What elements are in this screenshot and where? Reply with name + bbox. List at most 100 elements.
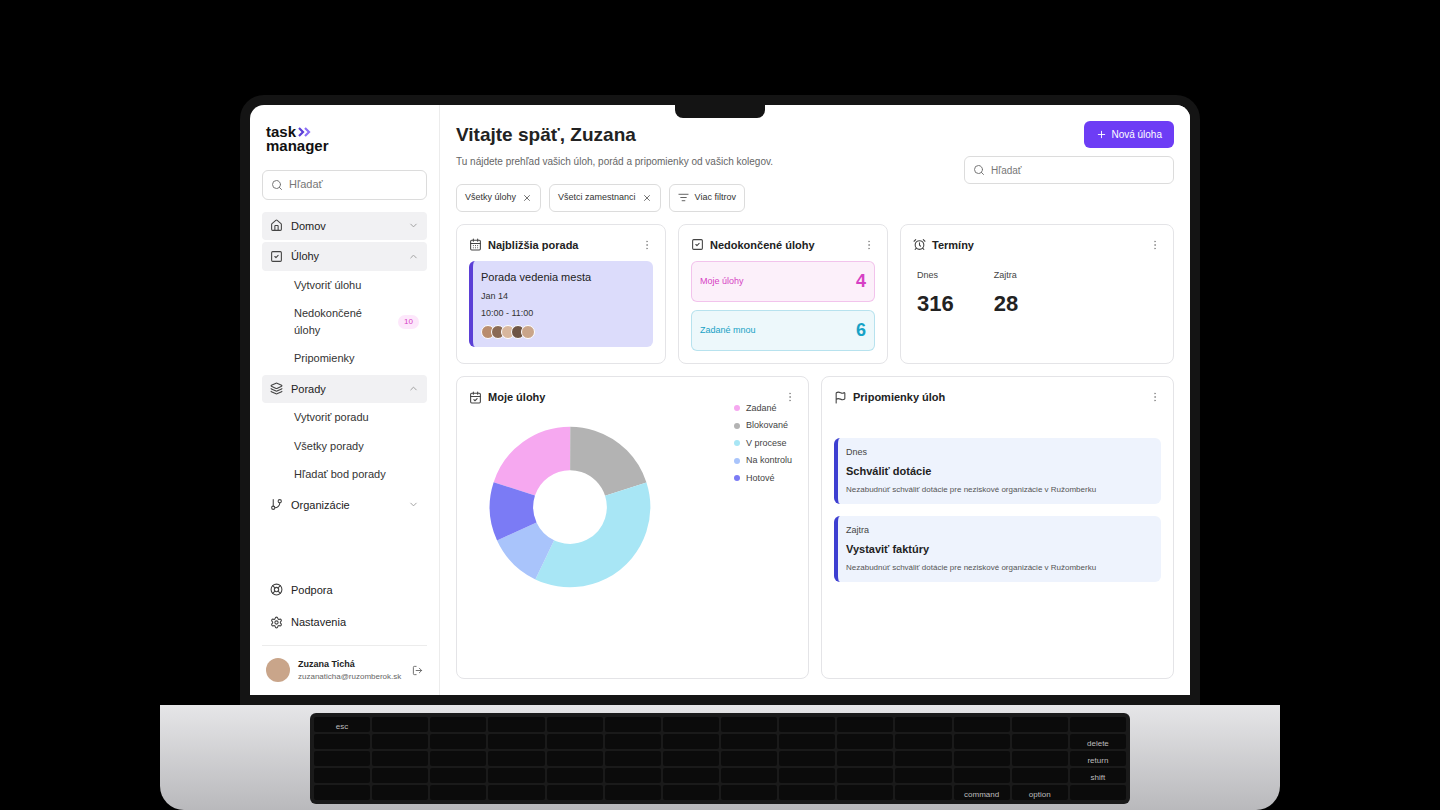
key[interactable] [954,717,1010,732]
key[interactable] [1012,734,1068,749]
nav-item[interactable]: Úlohy [262,242,427,271]
more-icon[interactable] [863,239,875,251]
reminder-item[interactable]: ZajtraVystaviť faktúryNezabudnúť schváli… [834,516,1161,582]
key[interactable] [663,751,719,766]
key[interactable] [372,768,428,783]
key[interactable] [663,785,719,800]
key[interactable] [779,717,835,732]
more-icon[interactable] [784,391,796,403]
key[interactable] [721,768,777,783]
key[interactable] [721,751,777,766]
nav-subitem[interactable]: Nedokončené úlohy10 [262,299,427,344]
donut-segment[interactable] [496,433,644,581]
reminder-item[interactable]: DnesSchváliť dotácieNezabudnúť schváliť … [834,438,1161,504]
key[interactable] [895,717,951,732]
key[interactable] [663,768,719,783]
key[interactable] [488,785,544,800]
key[interactable] [605,734,661,749]
key[interactable] [605,768,661,783]
key[interactable]: option [1012,785,1068,800]
key[interactable] [372,717,428,732]
key[interactable] [1012,717,1068,732]
close-icon[interactable] [522,193,532,203]
key[interactable] [721,734,777,749]
key[interactable] [663,717,719,732]
key[interactable] [1070,785,1126,800]
key[interactable] [895,734,951,749]
donut-segment[interactable] [496,433,644,581]
key[interactable] [837,751,893,766]
key[interactable] [837,785,893,800]
key[interactable] [895,751,951,766]
key[interactable] [488,751,544,766]
key[interactable] [1012,768,1068,783]
nav-item[interactable]: Porady [262,375,427,404]
key[interactable] [372,734,428,749]
more-icon[interactable] [641,239,653,251]
key[interactable] [547,751,603,766]
key[interactable]: shift [1070,768,1126,783]
nav-subitem[interactable]: Pripomienky [262,344,427,373]
key[interactable] [314,751,370,766]
key[interactable] [837,768,893,783]
key[interactable] [430,785,486,800]
key[interactable] [1070,717,1126,732]
key[interactable] [547,717,603,732]
key[interactable] [314,768,370,783]
meeting-block[interactable]: Porada vedenia mestaJan 1410:00 - 11:00 [469,261,653,347]
nav-subitem[interactable]: Vytvoriť úlohu [262,271,427,300]
key[interactable] [605,785,661,800]
donut-segment[interactable] [496,433,644,581]
unfinished-row[interactable]: Moje úlohy4 [691,261,875,302]
key[interactable] [779,768,835,783]
donut-segment[interactable] [496,433,644,581]
key[interactable] [779,751,835,766]
key[interactable] [1012,751,1068,766]
key[interactable] [314,785,370,800]
key[interactable]: delete [1070,734,1126,749]
key[interactable] [430,751,486,766]
key[interactable]: esc [314,717,370,732]
key[interactable] [605,717,661,732]
key[interactable] [547,768,603,783]
key[interactable] [721,717,777,732]
key[interactable] [837,734,893,749]
key[interactable] [430,717,486,732]
key[interactable] [488,734,544,749]
nav-subitem[interactable]: Hľadať bod porady [262,460,427,489]
nav-subitem[interactable]: Všetky porady [262,432,427,461]
key[interactable] [372,785,428,800]
close-icon[interactable] [642,193,652,203]
user-profile[interactable]: Zuzana Ticházuzanaticha@ruzomberok.sk [262,645,427,684]
sidebar-search[interactable]: Hľadať [262,170,427,200]
main-search[interactable]: Hľadať [964,156,1174,184]
key[interactable] [779,785,835,800]
unfinished-row[interactable]: Zadané mnou6 [691,310,875,351]
key[interactable] [547,734,603,749]
nav-subitem[interactable]: Vytvoriť poradu [262,403,427,432]
donut-segment[interactable] [496,433,644,581]
more-icon[interactable] [1149,391,1161,403]
key[interactable] [488,768,544,783]
key[interactable] [954,768,1010,783]
key[interactable] [663,734,719,749]
filter-chip[interactable]: Všetky úlohy [456,184,541,212]
footer-item[interactable]: Nastavenia [262,608,427,637]
key[interactable] [837,717,893,732]
key[interactable] [430,768,486,783]
key[interactable] [372,751,428,766]
footer-item[interactable]: Podpora [262,576,427,605]
key[interactable] [721,785,777,800]
key[interactable] [605,751,661,766]
logout-icon[interactable] [412,665,423,676]
key[interactable] [430,734,486,749]
more-icon[interactable] [1149,239,1161,251]
key[interactable] [314,734,370,749]
key[interactable] [954,751,1010,766]
nav-item[interactable]: Domov [262,212,427,241]
key[interactable] [895,785,951,800]
key[interactable]: command [954,785,1010,800]
filter-chip[interactable]: Všetci zamestnanci [549,184,661,212]
filter-chip[interactable]: Viac filtrov [669,184,745,212]
key[interactable] [547,785,603,800]
